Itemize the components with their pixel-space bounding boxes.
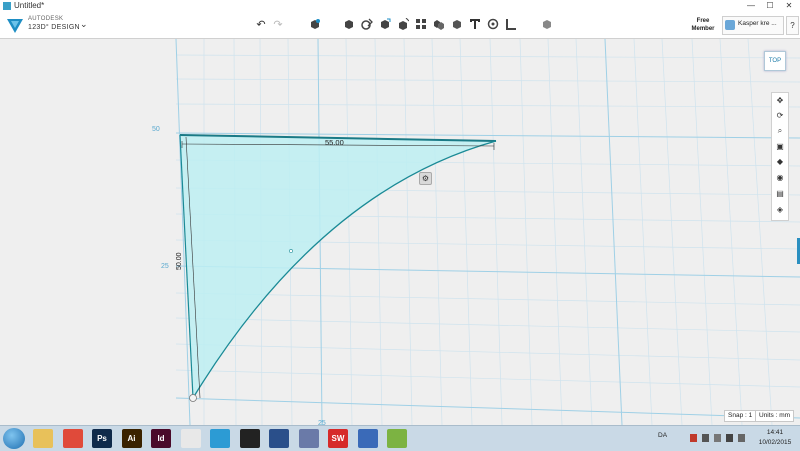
text-icon[interactable] (468, 16, 482, 32)
material-icon[interactable]: ◈ (772, 203, 788, 217)
tray-battery-icon[interactable] (726, 434, 733, 442)
sketch-icon[interactable] (360, 16, 374, 32)
snap-status[interactable]: Snap : 1 (724, 410, 757, 422)
system-clock[interactable]: 14:41 10/02/2015 (756, 428, 794, 448)
window-title: Untitled* (14, 1, 45, 10)
taskbar-explorer-icon[interactable] (33, 429, 53, 448)
membership-tier: Free (696, 18, 710, 24)
tray-flag-icon[interactable] (702, 434, 709, 442)
taskbar-indesign-icon[interactable]: Id (151, 429, 171, 448)
workplane-grid (175, 39, 800, 425)
taskbar-123d-design-icon[interactable] (210, 429, 230, 448)
taskbar-chrome-icon[interactable] (62, 429, 83, 448)
windows-taskbar: Ps Ai Id SW DA 14:41 10/02/2015 (0, 425, 800, 451)
clock-date: 10/02/2015 (758, 439, 792, 446)
pan-icon[interactable]: ✥ (772, 94, 788, 108)
language-indicator[interactable]: DA (658, 432, 667, 439)
minimize-button[interactable]: — (742, 1, 760, 11)
brand-product-name: 123D° DESIGN (28, 24, 80, 31)
tray-network-icon[interactable] (714, 434, 721, 442)
primitives-icon[interactable] (342, 16, 356, 32)
user-account-menu[interactable]: Kasper kre ... (722, 16, 784, 35)
transform-icon[interactable] (308, 16, 322, 32)
orbit-icon[interactable]: ⟳ (772, 109, 788, 123)
taskbar-settings-icon[interactable] (357, 429, 378, 448)
navigation-bar: ✥ ⟳ ⌕ ▣ ◆ ◉ ▤ ◈ (771, 92, 789, 221)
viewcube[interactable]: TOP (764, 51, 786, 71)
grid-label-y-mid: 25 (161, 263, 169, 270)
material-icon[interactable] (540, 16, 554, 32)
vertical-dimension-value[interactable]: 50.00 (176, 252, 183, 270)
snap-icon[interactable] (486, 16, 500, 32)
grid-label-y-top: 50 (152, 126, 160, 133)
undo-button[interactable]: ↶ (254, 16, 268, 32)
membership-badge[interactable]: Free Member (688, 17, 718, 33)
taskbar-inkscape-icon[interactable] (239, 429, 260, 448)
layers-icon[interactable]: ▤ (772, 187, 788, 201)
brand-autodesk: AUTODESK (28, 16, 64, 22)
clock-time: 14:41 (766, 429, 784, 436)
close-button[interactable]: ✕ (780, 1, 798, 11)
membership-label: Member (691, 26, 715, 32)
taskbar-virtualbox-icon[interactable] (269, 429, 289, 448)
taskbar-app-box-icon[interactable] (298, 429, 319, 448)
fit-icon[interactable]: ▣ (772, 140, 788, 154)
combine-icon[interactable] (450, 16, 464, 32)
app-window-icon (3, 2, 11, 10)
pattern-icon[interactable] (414, 16, 428, 32)
maximize-button[interactable]: ☐ (761, 1, 779, 11)
units-status[interactable]: Units : mm (755, 410, 795, 422)
app-menu-chevron-icon[interactable]: ⌄ (80, 19, 88, 30)
sketch-profile-fill[interactable] (180, 135, 496, 398)
taskbar-photoshop-icon[interactable]: Ps (92, 429, 112, 448)
app-logo-icon[interactable] (5, 15, 25, 35)
tray-app-icon[interactable] (690, 434, 697, 442)
visibility-icon[interactable]: ◉ (772, 171, 788, 185)
modify-icon[interactable] (396, 16, 410, 32)
taskbar-illustrator-icon[interactable]: Ai (121, 429, 142, 448)
taskbar-blender-icon[interactable] (180, 429, 201, 448)
zoom-icon[interactable]: ⌕ (772, 124, 788, 138)
start-button[interactable] (3, 428, 25, 449)
group-icon[interactable] (432, 16, 446, 32)
redo-button[interactable]: ↷ (271, 16, 285, 32)
view-icon[interactable]: ◆ (772, 155, 788, 169)
measure-icon[interactable] (504, 16, 518, 32)
construct-icon[interactable] (378, 16, 392, 32)
horizontal-dimension-value[interactable]: 55.00 (325, 138, 344, 147)
tray-volume-icon[interactable] (738, 434, 745, 442)
context-gear-icon[interactable]: ⚙ (419, 172, 432, 185)
user-name: Kasper kre ... (738, 20, 777, 27)
arc-midpoint[interactable] (289, 249, 293, 253)
help-button[interactable]: ? (786, 16, 799, 35)
taskbar-solidworks-icon[interactable]: SW (328, 429, 348, 448)
avatar (725, 20, 735, 30)
taskbar-notes-icon[interactable] (387, 429, 407, 448)
sketch-origin-point[interactable] (189, 394, 197, 402)
design-viewport[interactable] (0, 39, 800, 425)
main-toolbar: AUTODESK 123D° DESIGN ⌄ ↶ ↷ Free Member (0, 12, 800, 39)
